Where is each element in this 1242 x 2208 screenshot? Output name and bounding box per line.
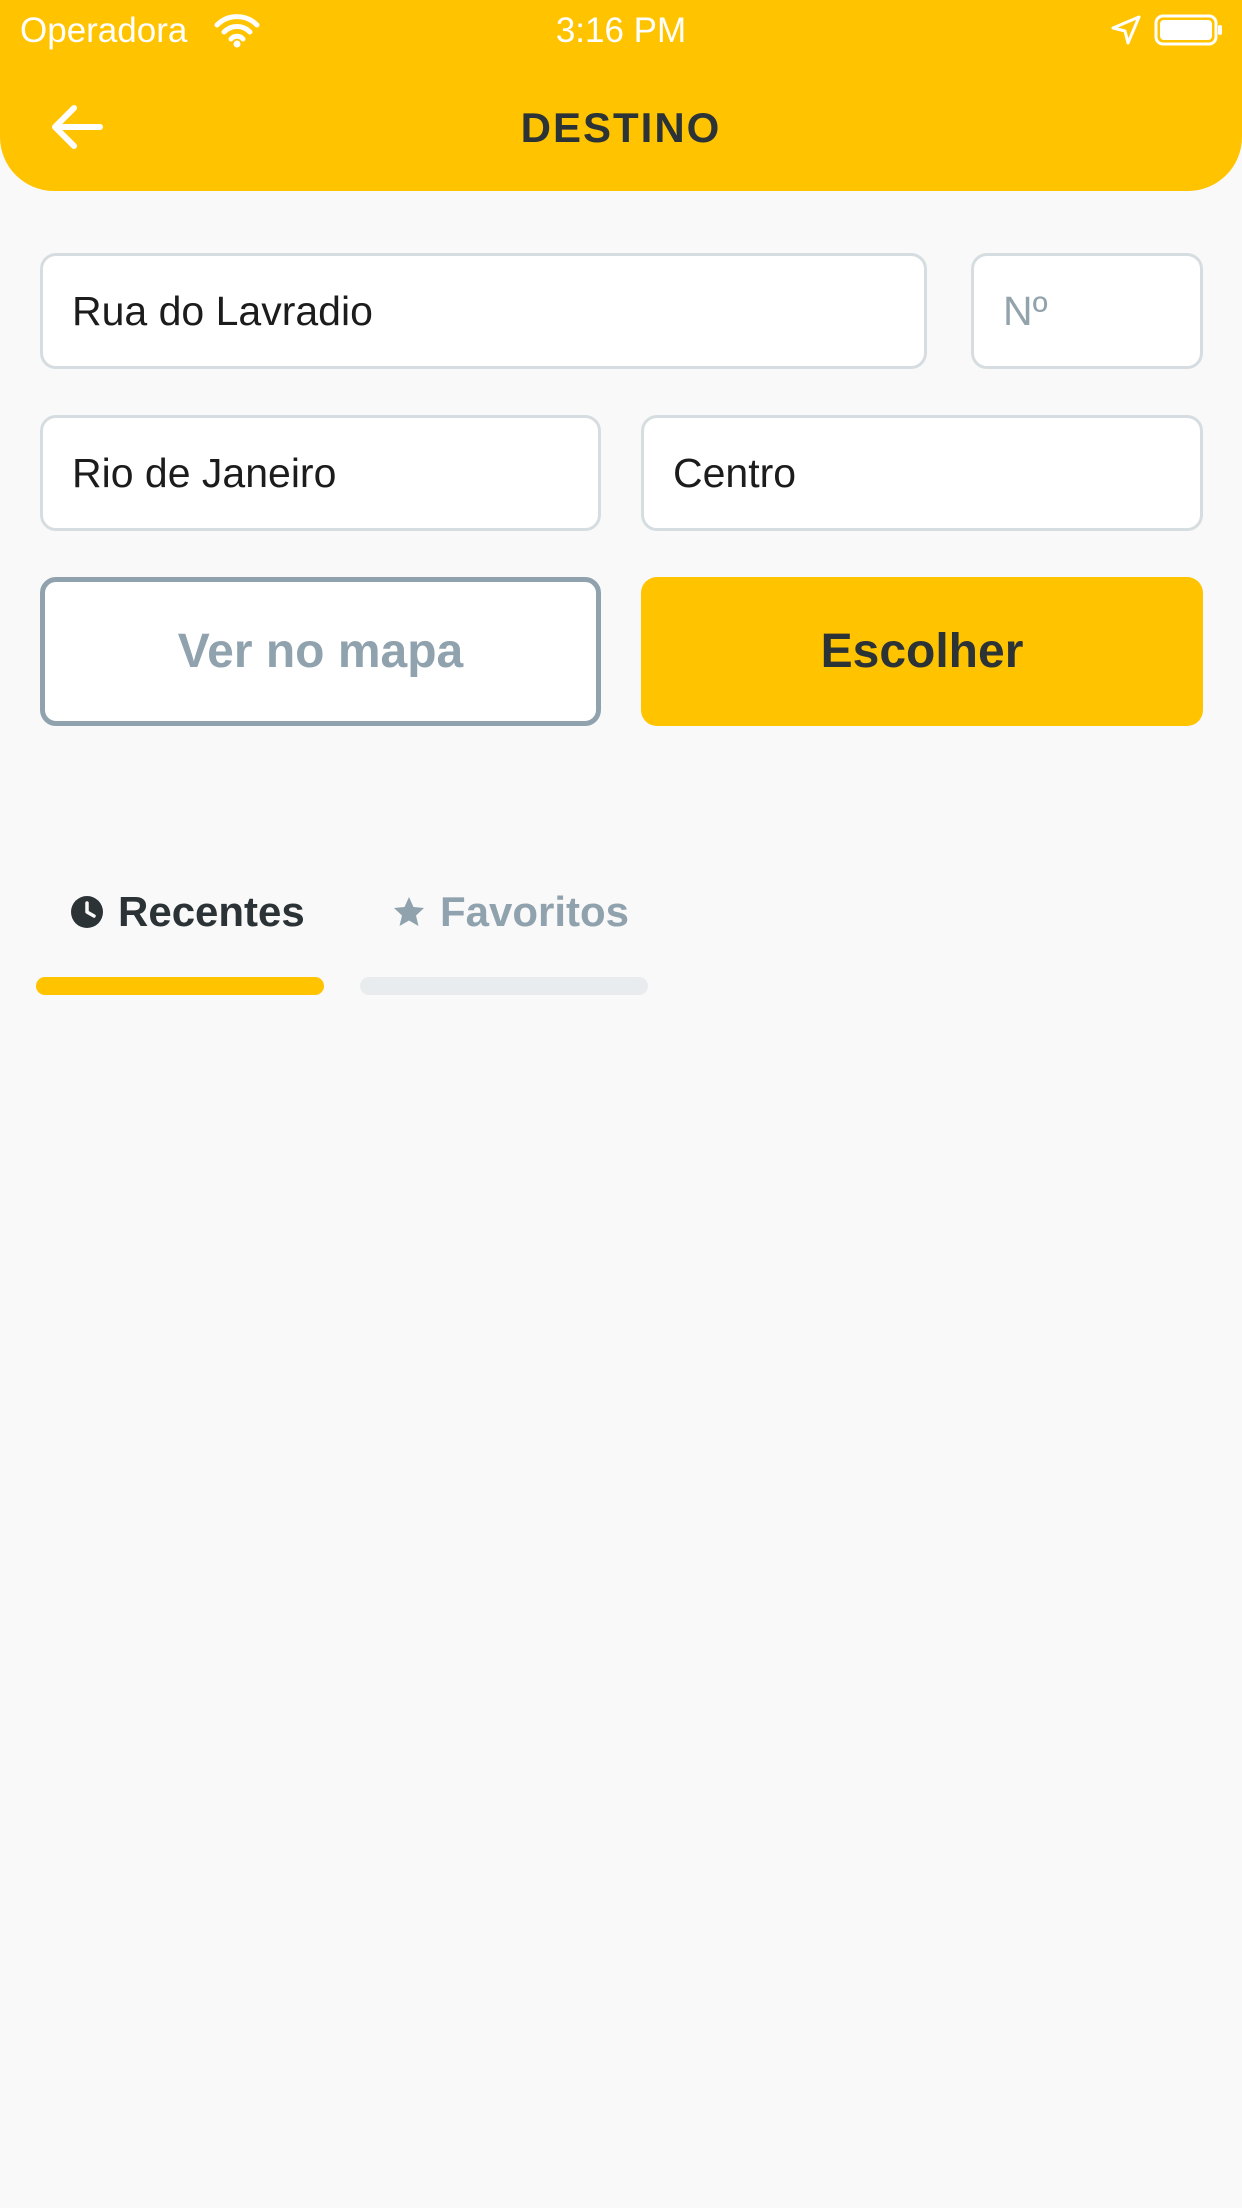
- tab-favoritos-label: Favoritos: [440, 888, 630, 935]
- star-icon: [394, 897, 424, 926]
- tab-indicator-active: [36, 977, 324, 995]
- header: Operadora 3:16 PM DESTINO: [0, 0, 1242, 191]
- tab-recentes-label: Recentes: [118, 888, 305, 935]
- page-title: DESTINO: [520, 104, 722, 151]
- status-bar: Operadora 3:16 PM: [0, 0, 1242, 62]
- tab-recentes[interactable]: Recentes: [70, 880, 305, 944]
- neighborhood-input[interactable]: Centro: [641, 415, 1203, 531]
- status-time: 3:16 PM: [555, 11, 687, 50]
- choose-button[interactable]: Escolher: [641, 577, 1203, 726]
- clock-icon: [71, 896, 103, 928]
- tab-indicator-inactive: [360, 977, 648, 995]
- location-arrow-icon: [1111, 15, 1141, 45]
- street-input[interactable]: Rua do Lavradio: [40, 253, 927, 369]
- city-input[interactable]: Rio de Janeiro: [40, 415, 601, 531]
- tab-favoritos[interactable]: Favoritos: [392, 880, 629, 944]
- view-on-map-button[interactable]: Ver no mapa: [40, 577, 601, 726]
- number-input[interactable]: Nº: [971, 253, 1203, 369]
- battery-icon: [1154, 14, 1222, 46]
